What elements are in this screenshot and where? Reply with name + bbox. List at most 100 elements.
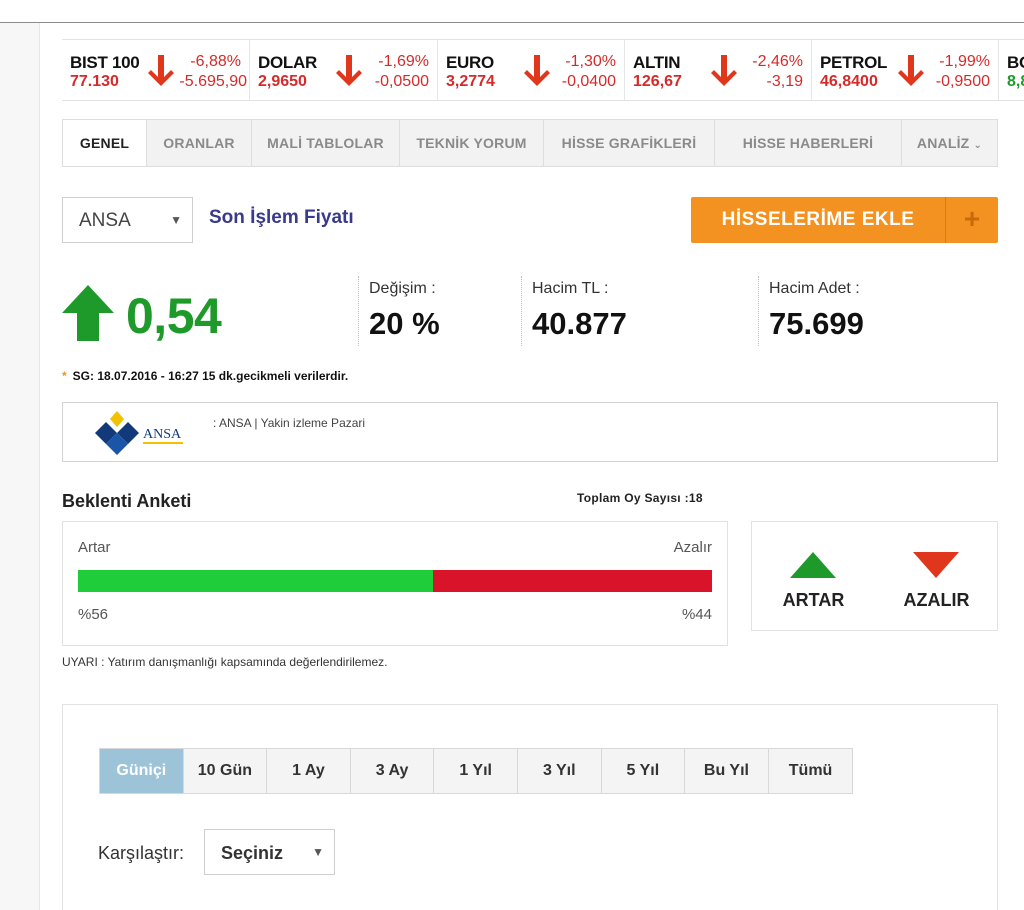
arrow-down-icon (148, 55, 174, 86)
tab-analiz[interactable]: ANALİZ ⌄ (902, 120, 997, 166)
ticker-percent: -6,88% (190, 53, 241, 70)
vote-up-button[interactable]: ARTAR (752, 522, 875, 632)
delay-note: * SG: 18.07.2016 - 16:27 15 dk.gecikmeli … (62, 369, 348, 383)
chevron-down-icon: ⌄ (973, 140, 983, 151)
period-all[interactable]: Tümü (768, 749, 853, 793)
vote-up-label: ARTAR (782, 590, 845, 610)
period-1-month[interactable]: 1 Ay (267, 749, 351, 793)
period-3-years[interactable]: 3 Yıl (517, 749, 602, 793)
window-top-border (0, 22, 1024, 23)
investment-warning: UYARI : Yatırım danışmanlığı kapsamında … (62, 655, 388, 669)
left-rail (0, 23, 40, 910)
survey-up-percent: %56 (78, 606, 109, 623)
button-separator (945, 197, 946, 243)
compare-label: Karşılaştır: (98, 843, 185, 863)
compare-select-value: Seçiniz (221, 843, 284, 863)
ticker-name: PETROL (820, 53, 888, 72)
ticker-percent: -2,46% (752, 53, 803, 70)
ticker-item-euro[interactable]: EURO 3,2774 -1,30% -0,0400 (438, 40, 625, 100)
add-to-my-stocks-button[interactable]: HİSSELERİME EKLE + (691, 197, 998, 243)
period-5-years[interactable]: 5 Yıl (601, 749, 686, 793)
arrow-down-icon (524, 55, 550, 86)
company-description: : ANSA | Yakin izleme Pazari (213, 416, 366, 430)
ticker-price: 77.130 (70, 73, 119, 90)
company-info: ANSA : ANSA | Yakin izleme Pazari (62, 402, 998, 462)
arrow-up-icon (62, 285, 114, 341)
period-intraday[interactable]: Güniçi (100, 749, 184, 793)
ticker-item-petrol[interactable]: PETROL 46,8400 -1,99% -0,9500 (812, 40, 999, 100)
ticker-price: 8,8 (1007, 73, 1024, 90)
stat-hacim-adet: Hacim Adet : 75.699 (758, 276, 998, 346)
ticker-name: DOLAR (258, 53, 317, 72)
stat-value: 40.877 (532, 306, 627, 341)
chart-panel: Güniçi 10 Gün 1 Ay 3 Ay 1 Yıl 3 Yıl 5 Yı… (62, 704, 998, 910)
arrow-down-icon (336, 55, 362, 86)
ticker-name: EURO (446, 53, 494, 72)
ticker-change: -0,0400 (561, 73, 616, 90)
delay-note-text: SG: 18.07.2016 - 16:27 15 dk.gecikmeli v… (72, 369, 349, 383)
period-1-year[interactable]: 1 Yıl (434, 749, 518, 793)
period-3-months[interactable]: 3 Ay (350, 749, 435, 793)
arrow-down-icon (711, 55, 737, 86)
arrow-down-icon (898, 55, 924, 86)
survey-results: Artar Azalır %56 %44 (62, 521, 728, 646)
logo-text: ANSA (143, 427, 182, 442)
tab-teknik-yorum[interactable]: TEKNİK YORUM (400, 120, 544, 166)
ticker-price: 2,9650 (258, 73, 307, 90)
survey-up-label: Artar (78, 539, 111, 556)
symbol-select[interactable]: ANSA ▼ (62, 197, 193, 243)
caret-down-icon: ▼ (312, 845, 324, 859)
stat-degisim: Değişim : 20 % (358, 276, 520, 346)
triangle-up-icon (790, 552, 836, 578)
ticker-item-altin[interactable]: ALTIN 126,67 -2,46% -3,19 (625, 40, 812, 100)
last-price-label: Son İşlem Fiyatı (209, 207, 354, 228)
ticker-item-partial[interactable]: BO 8,8 (999, 40, 1024, 100)
last-price-value: 0,54 (126, 288, 222, 344)
stock-tabs: GENEL ORANLAR MALİ TABLOLAR TEKNİK YORUM… (62, 119, 998, 167)
tab-genel[interactable]: GENEL (63, 120, 147, 166)
stat-label: Değişim : (369, 280, 436, 297)
stat-hacim-tl: Hacim TL : 40.877 (521, 276, 758, 346)
tab-hisse-haberleri[interactable]: HİSSE HABERLERİ (715, 120, 902, 166)
tab-mali-tablolar[interactable]: MALİ TABLOLAR (252, 120, 400, 166)
period-10-days[interactable]: 10 Gün (183, 749, 268, 793)
period-selector: Güniçi 10 Gün 1 Ay 3 Ay 1 Yıl 3 Yıl 5 Yı… (99, 748, 854, 794)
stat-label: Hacim Adet : (769, 280, 860, 297)
survey-down-percent: %44 (681, 606, 712, 623)
survey-vote-count: Toplam Oy Sayısı :18 (577, 491, 703, 505)
ticker-percent: -1,69% (378, 53, 429, 70)
survey-down-label: Azalır (673, 539, 712, 556)
symbol-select-value: ANSA (79, 210, 131, 231)
ticker-change: -0,9500 (935, 73, 990, 90)
vote-panel: ARTAR AZALIR (751, 521, 998, 631)
ticker-name: ALTIN (633, 53, 681, 72)
triangle-down-icon (913, 552, 959, 578)
vote-down-button[interactable]: AZALIR (875, 522, 998, 632)
asterisk: * (62, 369, 67, 383)
add-button-label: HİSSELERİME EKLE (721, 209, 915, 230)
period-this-year[interactable]: Bu Yıl (685, 749, 769, 793)
compare-select[interactable]: Seçiniz ▼ (204, 829, 335, 875)
ticker-change: -5.695,90 (179, 73, 247, 90)
ticker-percent: -1,99% (939, 53, 990, 70)
ticker-change: -0,0500 (374, 73, 429, 90)
company-logo: ANSA (95, 411, 183, 455)
vote-down-label: AZALIR (903, 590, 970, 610)
ticker-name: BO (1007, 53, 1024, 72)
market-ticker: BIST 100 77.130 -6,88% -5.695,90 DOLAR 2… (62, 39, 1024, 101)
ticker-price: 3,2774 (446, 73, 495, 90)
tab-hisse-grafikleri[interactable]: HİSSE GRAFİKLERİ (544, 120, 715, 166)
tab-analiz-label: ANALİZ (916, 135, 970, 151)
stat-value: 20 % (369, 306, 440, 341)
ticker-change: -3,19 (766, 73, 803, 90)
ticker-item-bist100[interactable]: BIST 100 77.130 -6,88% -5.695,90 (62, 40, 250, 100)
plus-icon: + (963, 203, 981, 234)
stat-label: Hacim TL : (532, 280, 609, 297)
ticker-item-dolar[interactable]: DOLAR 2,9650 -1,69% -0,0500 (250, 40, 438, 100)
survey-bar-up-fill (78, 570, 434, 592)
tab-oranlar[interactable]: ORANLAR (147, 120, 252, 166)
survey-title: Beklenti Anketi (62, 491, 192, 511)
ticker-price: 46,8400 (820, 73, 878, 90)
ticker-name: BIST 100 (70, 53, 140, 72)
ticker-price: 126,67 (633, 73, 682, 90)
